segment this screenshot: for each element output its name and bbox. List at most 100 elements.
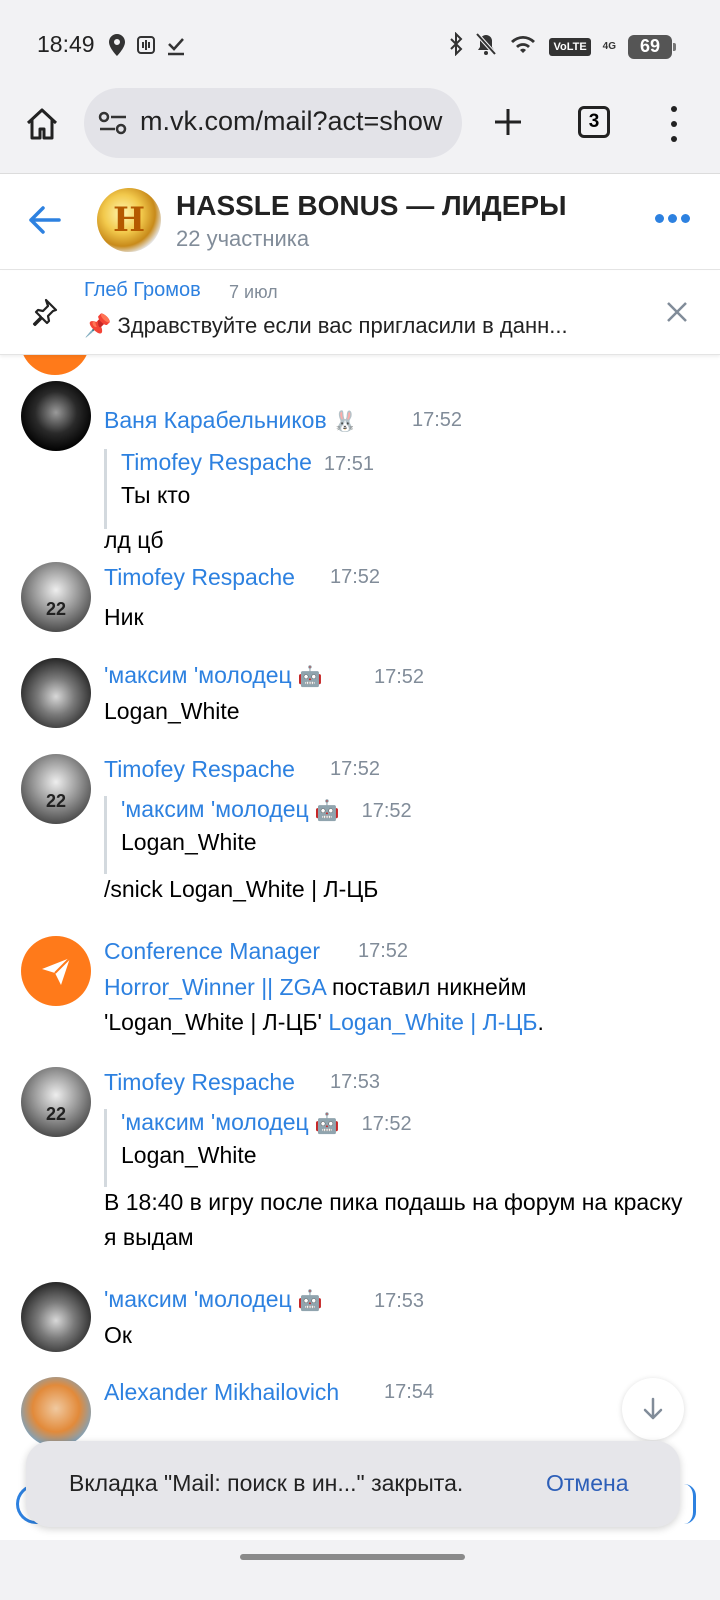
message-time: 17:54 bbox=[384, 1381, 435, 1403]
chat-more-button[interactable] bbox=[655, 214, 690, 223]
message-author[interactable]: 'максим 'молодец 🤖 bbox=[104, 662, 323, 689]
message-author[interactable]: Timofey Respache bbox=[104, 564, 295, 591]
chat-header: H HASSLE BONUS — ЛИДЕРЫ 22 участника bbox=[0, 174, 720, 270]
reply-quote[interactable]: 'максим 'молодец 🤖 17:52 Logan_White bbox=[104, 1109, 664, 1187]
message-time: 17:53 bbox=[330, 1071, 381, 1093]
site-settings-icon[interactable] bbox=[98, 110, 128, 141]
home-icon bbox=[26, 108, 58, 140]
quote-time: 17:51 bbox=[323, 453, 374, 475]
message-list[interactable]: Ваня Карабельников 🐰 17:52 Timofey Respac… bbox=[0, 355, 720, 1600]
message-text: Horror_Winner || ZGA поставил никнейм 'Lo… bbox=[104, 974, 544, 1035]
avatar-number: 22 bbox=[45, 791, 67, 811]
scroll-down-button[interactable] bbox=[622, 1378, 684, 1440]
quote-time: 17:52 bbox=[361, 1113, 412, 1135]
quote-author: Timofey Respache bbox=[121, 449, 312, 475]
author-emoji: 🤖 bbox=[297, 666, 323, 688]
pinned-date: 7 июл bbox=[229, 282, 278, 302]
message-time: 17:53 bbox=[374, 1290, 425, 1312]
avatar[interactable] bbox=[21, 658, 91, 728]
user-link[interactable]: Horror_Winner || ZGA bbox=[104, 974, 326, 1000]
gesture-handle[interactable] bbox=[240, 1554, 465, 1560]
battery-indicator: 69 bbox=[628, 34, 676, 59]
quote-text: Logan_White bbox=[121, 829, 257, 855]
message-text: В 18:40 в игру после пика подашь на фору… bbox=[104, 1189, 683, 1250]
snackbar: Вкладка "Mail: поиск в ин..." закрыта. О… bbox=[26, 1441, 680, 1527]
browser-toolbar: m.vk.com/mail?act=show 3 bbox=[0, 88, 720, 174]
tab-switcher-button[interactable]: 3 bbox=[578, 106, 610, 138]
user-link[interactable]: Logan_White | Л-ЦБ bbox=[328, 1009, 537, 1035]
message-time: 17:52 bbox=[358, 940, 409, 962]
snackbar-text: Вкладка "Mail: поиск в ин..." закрыта. bbox=[69, 1470, 464, 1496]
chat-member-count[interactable]: 22 участника bbox=[176, 226, 309, 252]
undo-button[interactable]: Отмена bbox=[546, 1470, 629, 1497]
avatar-number: 22 bbox=[45, 599, 67, 619]
pinned-author[interactable]: Глеб Громов bbox=[84, 279, 201, 302]
reply-quote[interactable]: 'максим 'молодец 🤖 17:52 Logan_White bbox=[104, 796, 664, 874]
back-arrow-icon[interactable] bbox=[26, 202, 62, 243]
message-author[interactable]: Alexander Mikhailovich bbox=[104, 1379, 339, 1406]
address-bar[interactable]: m.vk.com/mail?act=show bbox=[84, 88, 462, 158]
author-emoji: 🐰 bbox=[332, 411, 358, 433]
more-dot-icon bbox=[655, 214, 664, 223]
wifi-icon bbox=[509, 33, 537, 60]
message-author[interactable]: Conference Manager bbox=[104, 938, 320, 965]
more-dot-icon bbox=[668, 214, 677, 223]
close-icon[interactable] bbox=[666, 301, 688, 328]
home-button[interactable] bbox=[20, 102, 64, 146]
message-author[interactable]: 'максим 'молодец 🤖 bbox=[104, 1286, 323, 1313]
message-text: Logan_White bbox=[104, 698, 240, 724]
mute-bell-icon bbox=[475, 32, 497, 61]
arrow-down-icon bbox=[643, 1397, 663, 1420]
status-time: 18:49 bbox=[37, 31, 95, 57]
author-emoji: 🤖 bbox=[297, 1290, 323, 1312]
quote-text: Logan_White bbox=[121, 1142, 257, 1168]
status-left-icons bbox=[108, 33, 186, 62]
author-emoji: 🤖 bbox=[314, 1113, 340, 1135]
pin-icon bbox=[29, 297, 59, 332]
chat-title[interactable]: HASSLE BONUS — ЛИДЕРЫ bbox=[176, 190, 567, 222]
message-text: /snick Logan_White | Л-ЦБ bbox=[104, 876, 379, 902]
message-time: 17:52 bbox=[330, 758, 381, 780]
message-author[interactable]: Ваня Карабельников 🐰 bbox=[104, 407, 358, 434]
reply-quote[interactable]: Timofey Respache 17:51 Ты кто bbox=[104, 449, 664, 529]
message-time: 17:52 bbox=[412, 409, 463, 431]
message-time: 17:52 bbox=[330, 566, 381, 588]
menu-dot-icon bbox=[671, 120, 677, 127]
browser-menu-button[interactable] bbox=[664, 102, 684, 146]
bluetooth-icon bbox=[449, 31, 463, 61]
chat-avatar[interactable]: H bbox=[97, 188, 161, 252]
nfc-icon bbox=[136, 34, 156, 61]
message-author[interactable]: Timofey Respache bbox=[104, 756, 295, 783]
avatar-number: 22 bbox=[45, 1104, 67, 1124]
avatar[interactable] bbox=[20, 355, 90, 375]
quote-text: Ты кто bbox=[121, 482, 191, 508]
avatar[interactable] bbox=[21, 1377, 91, 1447]
message-text: Ок bbox=[104, 1322, 132, 1348]
system-nav-bar bbox=[0, 1540, 720, 1600]
avatar[interactable]: 22 bbox=[21, 1067, 91, 1137]
pinned-text[interactable]: 📌 Здравствуйте если вас пригласили в дан… bbox=[84, 313, 636, 339]
message-author[interactable]: Timofey Respache bbox=[104, 1069, 295, 1096]
url-text[interactable]: m.vk.com/mail?act=show bbox=[140, 106, 450, 137]
avatar[interactable]: 22 bbox=[21, 562, 91, 632]
message-text: Ник bbox=[104, 604, 144, 630]
quote-author: 'максим 'молодец 🤖 bbox=[121, 1109, 340, 1135]
message-time: 17:52 bbox=[374, 666, 425, 688]
quote-author: 'максим 'молодец 🤖 bbox=[121, 796, 340, 822]
status-bar: 18:49 VoLTE 4G 69 bbox=[0, 0, 720, 88]
avatar[interactable]: 22 bbox=[21, 754, 91, 824]
avatar[interactable] bbox=[21, 936, 91, 1006]
download-done-icon bbox=[166, 34, 186, 61]
pinned-message[interactable]: Глеб Громов 7 июл 📌 Здравствуйте если ва… bbox=[0, 271, 720, 355]
menu-dot-icon bbox=[671, 135, 677, 142]
menu-dot-icon bbox=[671, 106, 677, 113]
send-plane-icon bbox=[42, 957, 71, 985]
new-tab-button[interactable] bbox=[486, 100, 530, 144]
avatar[interactable] bbox=[21, 381, 91, 451]
volte-badge: VoLTE bbox=[549, 37, 591, 56]
more-dot-icon bbox=[681, 214, 690, 223]
location-icon bbox=[108, 33, 126, 62]
avatar[interactable] bbox=[21, 1282, 91, 1352]
message-text: лд цб bbox=[104, 527, 164, 553]
author-emoji: 🤖 bbox=[314, 800, 340, 822]
